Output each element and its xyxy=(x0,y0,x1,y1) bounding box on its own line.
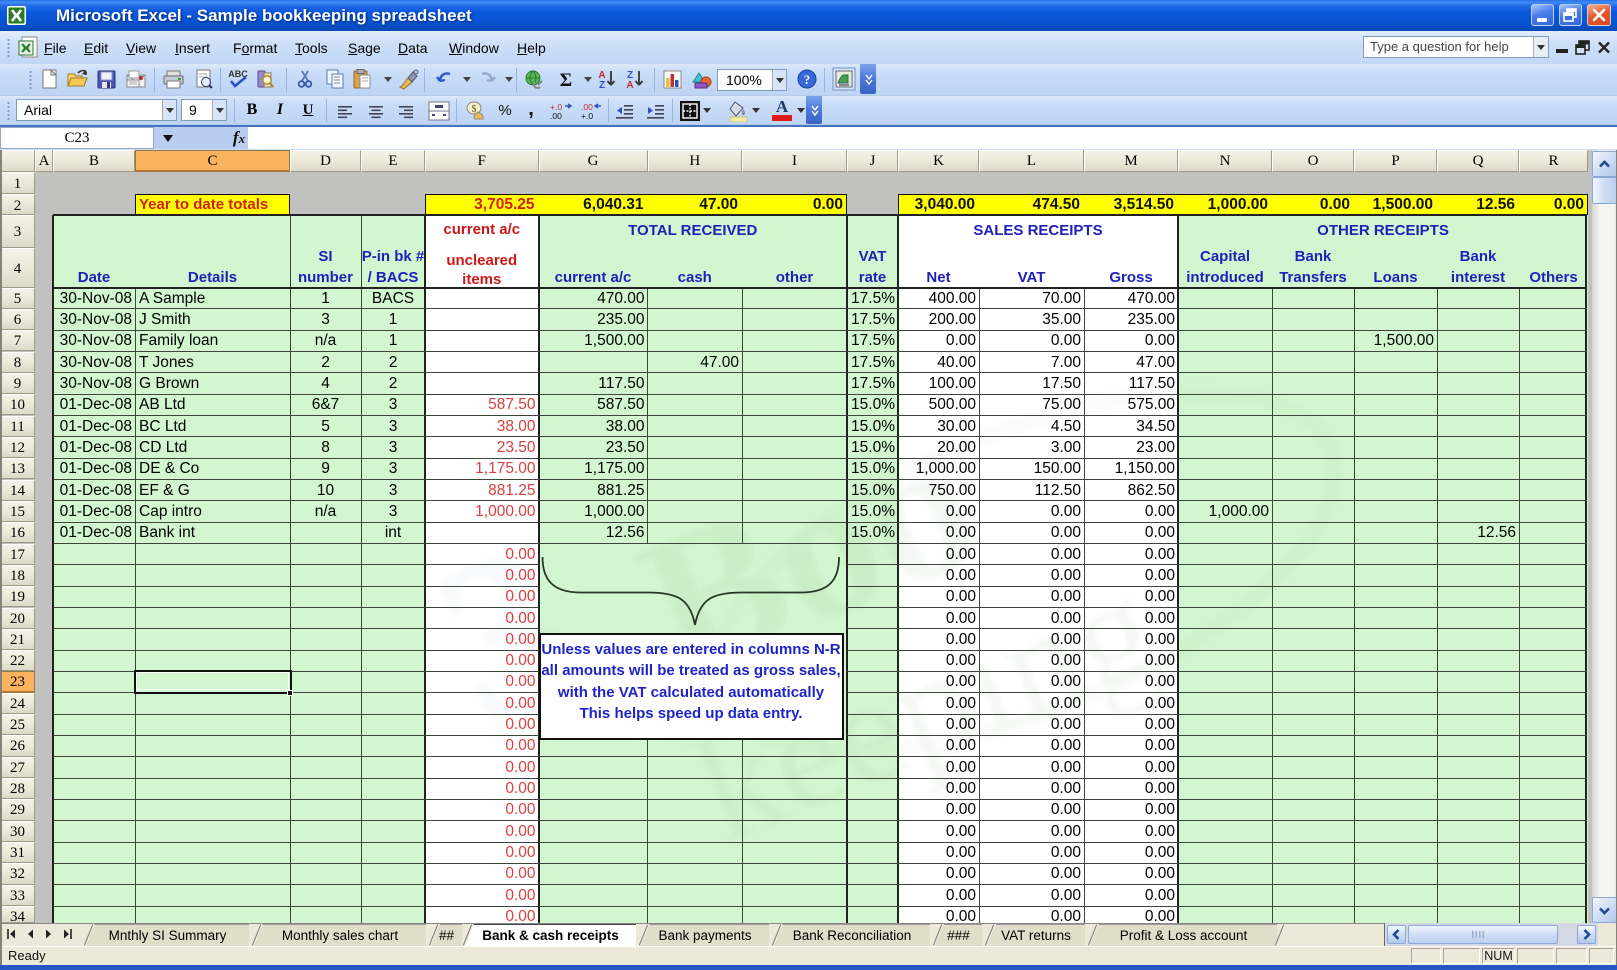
svg-text:.00: .00 xyxy=(550,111,562,121)
svg-text:?: ? xyxy=(804,72,811,87)
svg-text:Σ: Σ xyxy=(560,70,572,90)
svg-text:Z: Z xyxy=(599,80,605,90)
svg-text:A: A xyxy=(626,80,633,90)
svg-text:+.0: +.0 xyxy=(581,111,593,121)
